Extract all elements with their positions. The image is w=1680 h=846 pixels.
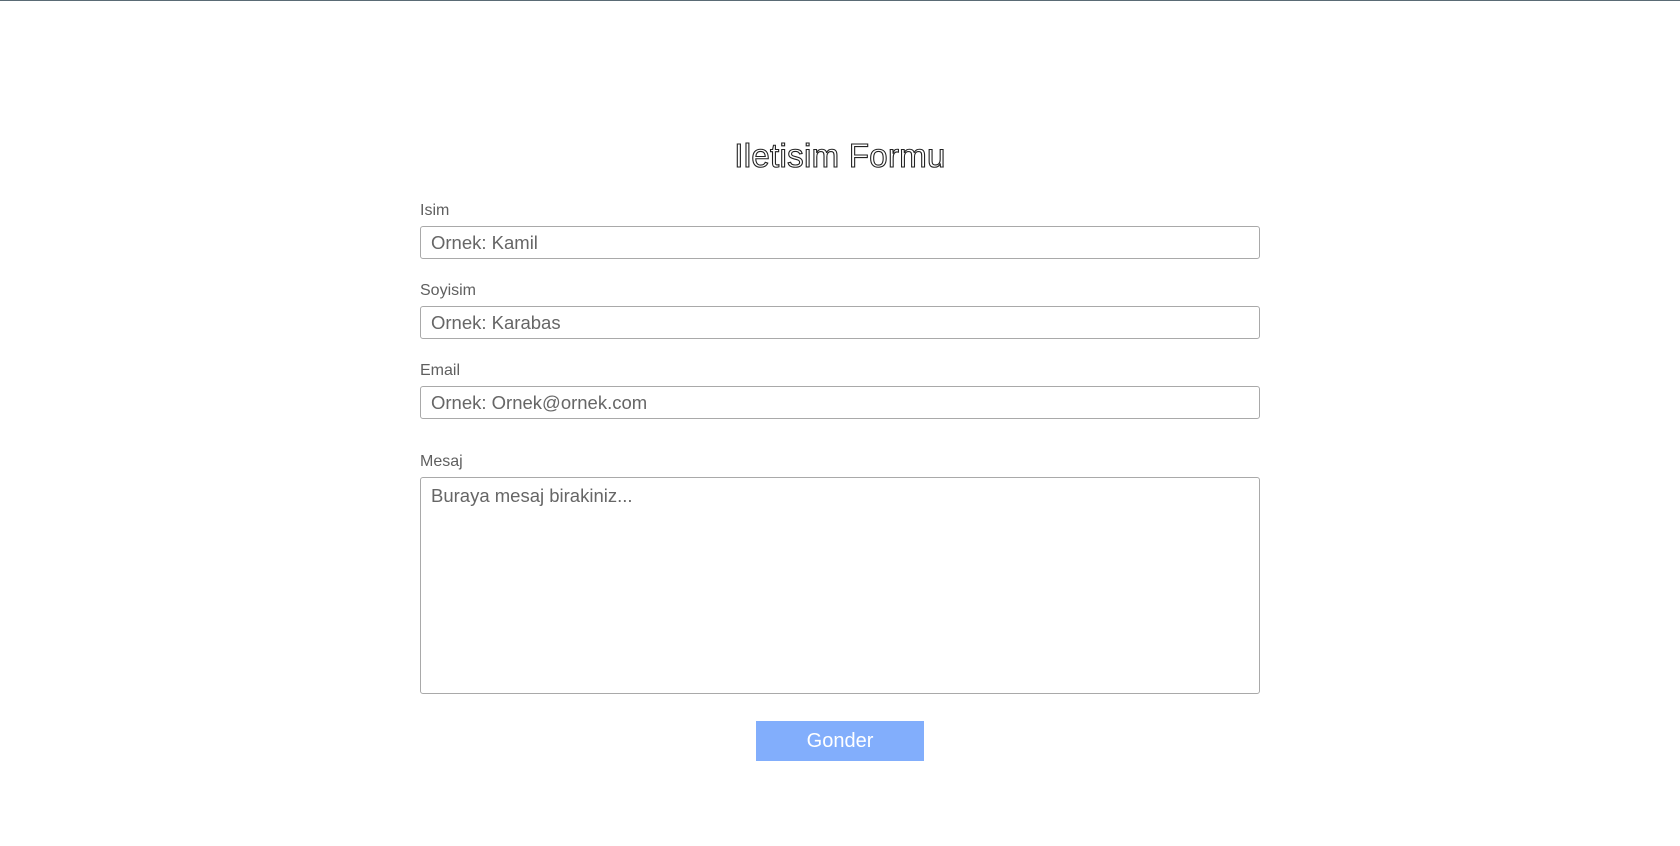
email-group: Email <box>420 361 1260 419</box>
last-name-group: Soyisim <box>420 281 1260 339</box>
message-group: Mesaj <box>420 452 1260 694</box>
submit-button[interactable]: Gonder <box>756 721 924 761</box>
contact-page: Iletisim Formu Isim Soyisim Email Mesaj … <box>0 0 1680 846</box>
first-name-group: Isim <box>420 201 1260 259</box>
message-textarea[interactable] <box>420 477 1260 694</box>
first-name-label: Isim <box>420 202 450 219</box>
email-input[interactable] <box>420 386 1260 419</box>
contact-form: Isim Soyisim Email Mesaj <box>420 201 1260 694</box>
email-label: Email <box>420 362 461 379</box>
last-name-label: Soyisim <box>420 282 477 299</box>
last-name-input[interactable] <box>420 306 1260 339</box>
message-label: Mesaj <box>420 453 463 470</box>
first-name-input[interactable] <box>420 226 1260 259</box>
page-title: Iletisim Formu <box>734 137 946 175</box>
